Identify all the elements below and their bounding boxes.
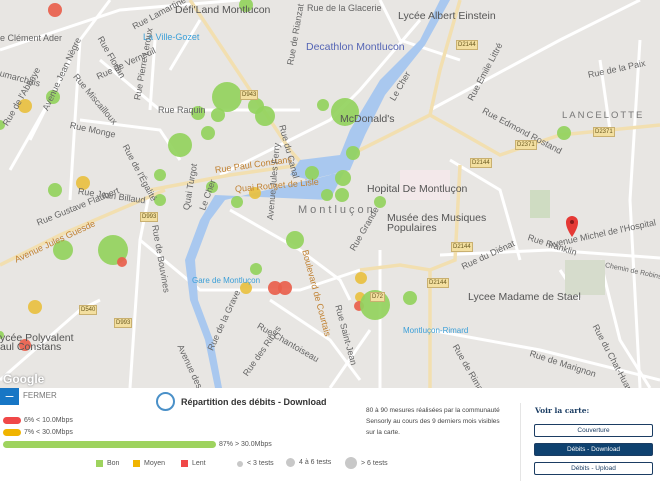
legend-good-label: Bon xyxy=(107,460,120,467)
road-shield: D993 xyxy=(114,318,133,328)
road-shield: D2371 xyxy=(593,127,615,137)
label-gare: Gare de Montluçon xyxy=(192,276,261,285)
measurement-dot[interactable] xyxy=(278,281,292,295)
label-decathlon: Decathlon Montlucon xyxy=(306,41,405,53)
google-logo: Google xyxy=(3,372,45,386)
label-lancelotte: LANCELOTTE xyxy=(562,110,645,121)
close-label[interactable]: FERMER xyxy=(23,391,57,400)
legend-medium: Moyen xyxy=(133,460,165,467)
medium-swatch xyxy=(133,460,140,467)
legend-small: < 3 tests xyxy=(237,460,274,467)
legend-small-label: < 3 tests xyxy=(247,460,274,467)
map[interactable]: Défi'Land Montlucon Rue de la Glacerie L… xyxy=(0,0,660,388)
mid-dot-icon xyxy=(286,458,295,467)
couverture-button[interactable]: Couverture xyxy=(534,424,653,437)
road-shield: D943 xyxy=(240,90,259,100)
label-rue-glacerie: Rue de la Glacerie xyxy=(307,3,382,13)
measurement-dot[interactable] xyxy=(117,257,127,267)
road-shield: D993 xyxy=(140,212,159,222)
measurement-dot[interactable] xyxy=(48,3,62,17)
road-shield: D2371 xyxy=(515,140,537,150)
measurement-dot[interactable] xyxy=(335,170,351,186)
good-swatch xyxy=(96,460,103,467)
road-shield: D2144 xyxy=(456,40,478,50)
legend-mid: 4 à 6 tests xyxy=(286,458,331,467)
speed-bar-slow-label: 6% < 10.0Mbps xyxy=(24,417,73,424)
measurement-dot[interactable] xyxy=(321,189,333,201)
label-montlucon: Montluçon xyxy=(298,204,376,216)
speedometer-icon xyxy=(156,392,175,411)
measurement-dot[interactable] xyxy=(403,291,417,305)
label-rimard: Montluçon-Rimard xyxy=(403,326,469,335)
label-hopital: Hopital De Montluçon xyxy=(367,183,468,195)
measurement-dot[interactable] xyxy=(48,183,62,197)
label-defiland: Défi'Land Montlucon xyxy=(175,4,271,16)
speed-bar-medium xyxy=(3,429,21,436)
measurement-dot[interactable] xyxy=(286,231,304,249)
speed-bar-medium-label: 7% < 30.0Mbps xyxy=(24,429,73,436)
measurement-dot[interactable] xyxy=(231,196,243,208)
measurement-dot[interactable] xyxy=(154,169,166,181)
panel-title: Répartition des débits - Download xyxy=(181,397,327,407)
small-dot-icon xyxy=(237,460,243,467)
legend-medium-label: Moyen xyxy=(144,460,166,467)
divider xyxy=(520,403,521,481)
debits-upload-button[interactable]: Débits - Upload xyxy=(534,462,653,475)
legend-slow: Lent xyxy=(181,460,206,467)
measurement-dot[interactable] xyxy=(346,146,360,160)
measurement-dot[interactable] xyxy=(255,106,275,126)
slow-swatch xyxy=(181,460,188,467)
speed-bar-good-label: 87% > 30.0Mbps xyxy=(219,441,272,448)
road-shield: D2144 xyxy=(451,242,473,252)
label-musee-2: Populaires xyxy=(387,222,437,234)
label-lycee-stael: Lycee Madame de Stael xyxy=(468,291,581,303)
legend-large: > 6 tests xyxy=(345,457,388,469)
road-shield: D2144 xyxy=(427,278,449,288)
label-mcdonalds: McDonald's xyxy=(340,113,395,125)
speed-bar-good xyxy=(3,441,216,448)
measurement-dot[interactable] xyxy=(28,300,42,314)
measurement-dot[interactable] xyxy=(212,82,242,112)
measurement-dot[interactable] xyxy=(317,99,329,111)
speed-bar-slow xyxy=(3,417,21,424)
label-rue-raquin: Rue Raquin xyxy=(158,105,206,115)
measurement-dot[interactable] xyxy=(211,108,225,122)
measurement-dot[interactable] xyxy=(250,263,262,275)
label-paul-constans: aul Constans xyxy=(0,341,62,353)
measurement-description: 80 à 90 mesures réalisées par la communa… xyxy=(366,407,500,436)
road-shield: D540 xyxy=(79,305,98,315)
road-shield: D72 xyxy=(370,292,386,302)
measurement-dot[interactable] xyxy=(557,126,571,140)
legend-mid-label: 4 à 6 tests xyxy=(299,459,332,466)
road-shield: D2144 xyxy=(470,158,492,168)
legend-good: Bon xyxy=(96,460,119,467)
large-dot-icon xyxy=(345,457,357,469)
label-clement-ader: e Clément Ader xyxy=(0,33,63,43)
results-panel: – FERMER Répartition des débits - Downlo… xyxy=(0,388,660,489)
voir-la-carte-label: Voir la carte: xyxy=(535,406,590,415)
legend-large-label: > 6 tests xyxy=(361,459,388,467)
label-lycee-einstein: Lycée Albert Einstein xyxy=(398,10,496,22)
legend-slow-label: Lent xyxy=(192,460,206,467)
measurement-dot[interactable] xyxy=(335,188,349,202)
measurement-dot[interactable] xyxy=(355,272,367,284)
debits-download-button[interactable]: Débits - Download xyxy=(534,443,653,456)
close-panel-button[interactable]: – xyxy=(0,388,19,405)
measurement-dot[interactable] xyxy=(168,133,192,157)
measurement-dot[interactable] xyxy=(201,126,215,140)
